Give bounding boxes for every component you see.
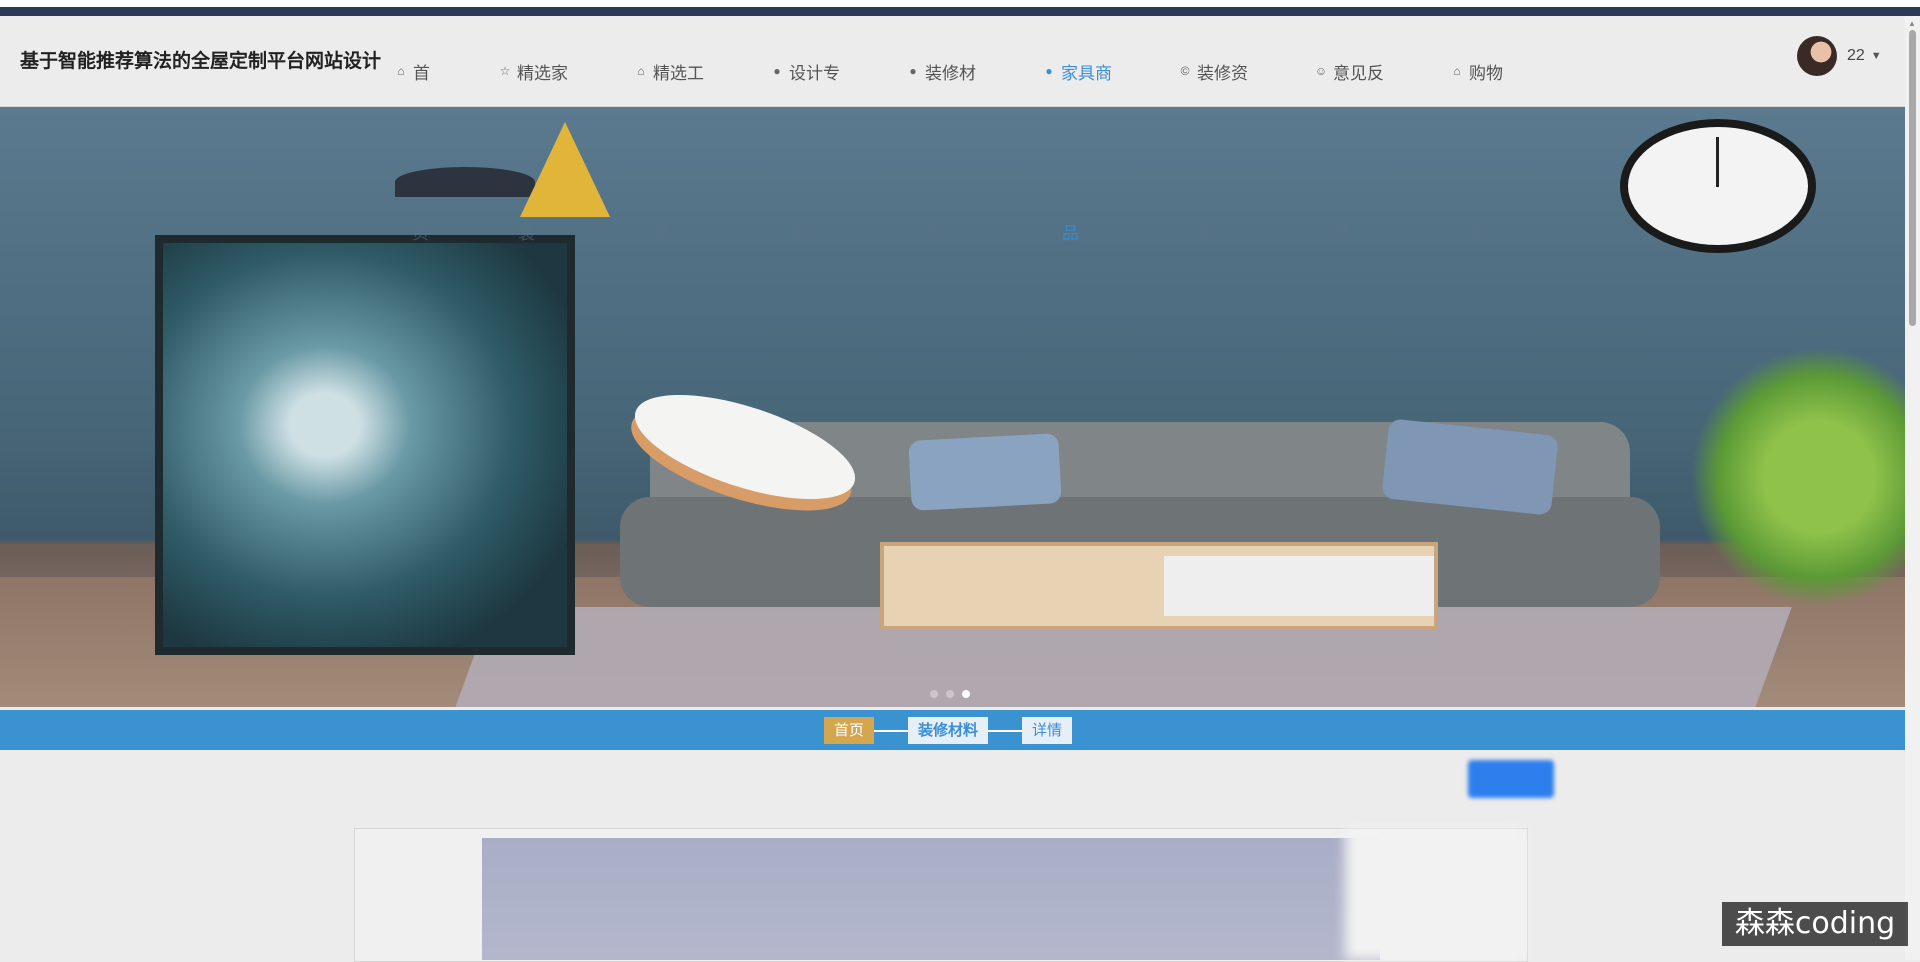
breadcrumb: 首页 装修材料 详情 [824, 717, 1073, 744]
nav-subtext: 品 [1062, 224, 1079, 243]
alert-icon: ● [773, 64, 781, 78]
carousel-indicators [930, 690, 970, 698]
breadcrumb-separator [988, 729, 1023, 732]
username: 22 [1847, 47, 1865, 64]
scrollbar-thumb[interactable] [1909, 30, 1916, 326]
nav-label: 精选工 [653, 63, 704, 83]
nav-subtext: 料 [926, 224, 943, 243]
pillow-left [908, 433, 1062, 511]
watermark: 森森coding [1722, 902, 1908, 946]
nav-subtext: 馈 [1334, 224, 1351, 243]
scroll-up-icon[interactable]: ▲ [1908, 19, 1916, 28]
potted-plant [1690, 347, 1905, 607]
nav-item-design-zone[interactable]: ● 设计专 [770, 56, 840, 86]
nav-subtext: 车 [1470, 224, 1487, 243]
nav-item-cart[interactable]: ⌂ 购物 [1450, 56, 1503, 86]
nav-item-news[interactable]: © 装修资 [1178, 56, 1248, 86]
info-icon: ● [1045, 64, 1053, 78]
page-scrollbar[interactable]: ▲ [1905, 16, 1920, 960]
breadcrumb-bar: 首页 装修材料 详情 [0, 710, 1905, 750]
carousel-dot-active[interactable] [962, 690, 970, 698]
avatar [1797, 36, 1837, 76]
copyright-icon: © [1180, 64, 1190, 78]
breadcrumb-current: 详情 [1022, 717, 1073, 744]
nav-label: 装修资 [1197, 63, 1248, 83]
site-header: 基于智能推荐算法的全屋定制平台网站设计 ⌂ 首 ☆ 精选家 ⌂ 精选工 ● 设计… [0, 16, 1905, 107]
chevron-down-icon: ▼ [1870, 50, 1882, 62]
wall-art [163, 243, 567, 647]
carousel-dot[interactable] [946, 690, 954, 698]
hero-carousel[interactable]: 页 装 装 区 料 品 讯 馈 车 [0, 107, 1905, 707]
question-icon: ● [909, 64, 917, 78]
bag-icon: ⌂ [637, 64, 645, 78]
blurred-action-button[interactable] [1468, 760, 1554, 798]
site-title: 基于智能推荐算法的全屋定制平台网站设计 [20, 51, 382, 72]
coffee-table [880, 542, 1438, 630]
nav-item-furniture[interactable]: ● 家具商 [1042, 56, 1112, 86]
nav-subtext: 区 [790, 224, 807, 243]
home-outline-icon: ⌂ [1453, 64, 1461, 78]
wall-clock [1620, 119, 1816, 253]
wall-art-frame [155, 235, 575, 655]
home-icon: ⌂ [397, 64, 405, 78]
breadcrumb-home[interactable]: 首页 [824, 717, 875, 744]
nav-label: 家具商 [1061, 63, 1112, 83]
nav-item-home[interactable]: ⌂ 首 [394, 56, 430, 86]
pendant-lamp-yellow [520, 122, 610, 217]
nav-label: 意见反 [1333, 63, 1384, 83]
blurred-side-panel [1345, 828, 1525, 960]
nav-item-feedback[interactable]: ☺ 意见反 [1314, 56, 1384, 86]
star-icon: ☆ [499, 64, 511, 78]
nav-label: 设计专 [789, 63, 840, 83]
breadcrumb-category[interactable]: 装修材料 [908, 717, 989, 744]
nav-label: 装修材 [925, 63, 976, 83]
nav-subtext: 装 [518, 224, 535, 243]
product-image [482, 838, 1380, 960]
carousel-dot[interactable] [930, 690, 938, 698]
pendant-lamp-dark [395, 167, 535, 197]
nav-item-featured-work[interactable]: ⌂ 精选工 [634, 56, 704, 86]
nav-item-materials[interactable]: ● 装修材 [906, 56, 976, 86]
nav-label: 精选家 [517, 63, 568, 83]
nav-label: 购物 [1469, 63, 1503, 83]
breadcrumb-separator [874, 729, 909, 732]
nav-subtext: 装 [654, 224, 671, 243]
user-menu[interactable]: 22 ▼ [1797, 36, 1882, 76]
nav-label: 首 [413, 63, 430, 83]
nav-subtext: 页 [412, 224, 429, 243]
nav-subtext: 讯 [1198, 224, 1215, 243]
table-drawer [1164, 556, 1434, 616]
smile-icon: ☺ [1314, 64, 1328, 78]
top-strip [0, 0, 1920, 16]
nav-item-featured-homes[interactable]: ☆ 精选家 [498, 56, 568, 86]
